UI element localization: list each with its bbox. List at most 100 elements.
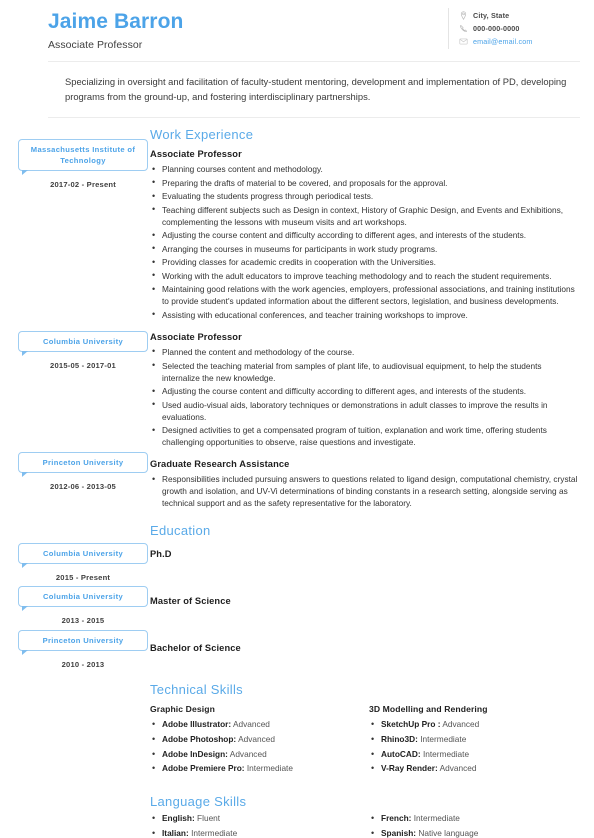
education-degree: Ph.D	[150, 549, 172, 560]
work-entry: Graduate Research Assistance Responsibil…	[150, 459, 578, 509]
language-skills-columns: English: Fluent Italian: Intermediate Fr…	[150, 812, 578, 838]
language-item: Spanish: Native language	[369, 827, 578, 838]
bullet: Assisting with educational conferences, …	[150, 308, 578, 321]
skill-items: Adobe Illustrator: Advanced Adobe Photos…	[150, 718, 359, 774]
education-degree: Master of Science	[150, 596, 231, 607]
organization-badge: Massachusetts Institute of Technology	[18, 139, 148, 176]
contact-phone: 000-000-0000	[459, 24, 580, 33]
section-work-experience: Work Experience Associate Professor Plan…	[150, 127, 578, 509]
language-items: English: Fluent Italian: Intermediate	[150, 812, 359, 838]
bullet: Selected the teaching material from samp…	[150, 359, 578, 384]
skill-level: Intermediate	[420, 733, 467, 744]
timeline-column: Massachusetts Institute of Technology 20…	[0, 127, 150, 838]
bullet: Used audio-visual aids, laboratory techn…	[150, 398, 578, 423]
work-entry: Associate Professor Planned the content …	[150, 332, 578, 448]
language-item: Italian: Intermediate	[150, 827, 359, 838]
language-level: Intermediate	[191, 827, 238, 838]
skill-level: Advanced	[442, 719, 480, 730]
organization-dates: 2012-06 - 2013-05	[50, 482, 116, 492]
section-title-work-experience: Work Experience	[150, 127, 254, 143]
envelope-icon	[459, 37, 468, 46]
organization-badge: Princeton University	[18, 452, 148, 478]
language-item: French: Intermediate	[369, 812, 578, 824]
bullet: Preparing the drafts of material to be c…	[150, 176, 578, 189]
timeline-item-work-1: Columbia University 2015-05 - 2017-01	[18, 331, 148, 370]
language-level: Native language	[418, 827, 479, 838]
skill-name: AutoCAD:	[381, 748, 421, 759]
bullet: Maintaining good relations with the work…	[150, 283, 578, 307]
timeline-item-edu-0: Columbia University 2015 - Present	[18, 543, 148, 582]
skill-group: 3D Modelling and Rendering SketchUp Pro …	[369, 704, 578, 778]
candidate-job-title: Associate Professor	[48, 39, 143, 52]
bullet: Working with the adult educators to impr…	[150, 269, 578, 282]
organization-dates: 2015 - Present	[55, 573, 111, 583]
section-title-education: Education	[150, 523, 211, 539]
contact-location: City, State	[459, 11, 580, 20]
skill-item: AutoCAD: Intermediate	[369, 748, 578, 760]
skill-level: Intermediate	[422, 748, 470, 759]
organization-badge: Columbia University	[18, 331, 148, 357]
skill-name: Adobe Photoshop:	[162, 733, 237, 744]
work-role: Associate Professor	[150, 331, 242, 342]
contact-email-text[interactable]: email@email.com	[473, 37, 532, 46]
timeline-item-work-2: Princeton University 2012-06 - 2013-05	[18, 452, 148, 491]
organization-badge: Princeton University	[18, 630, 148, 656]
skill-level: Advanced	[439, 763, 477, 774]
skill-level: Advanced	[233, 719, 270, 730]
skill-name: Rhino3D:	[381, 733, 418, 744]
skill-name: V-Ray Render:	[381, 763, 438, 774]
organization-badge: Columbia University	[18, 543, 148, 569]
work-entry: Associate Professor Planning courses con…	[150, 149, 578, 321]
organization-dates: 2017-02 - Present	[50, 180, 116, 190]
skill-item: SketchUp Pro : Advanced	[369, 718, 578, 730]
language-name: Spanish:	[381, 827, 417, 838]
work-bullets: Planned the content and methodology of t…	[150, 345, 578, 448]
section-education: Education Ph.D Master of Science Bachelo…	[150, 523, 578, 653]
skill-group-title: 3D Modelling and Rendering	[369, 704, 488, 715]
language-group: English: Fluent Italian: Intermediate	[150, 812, 359, 838]
skill-item: Adobe InDesign: Advanced	[150, 748, 359, 760]
language-name: English:	[162, 812, 195, 823]
work-bullets: Responsibilities included pursuing answe…	[150, 473, 578, 509]
skill-item: V-Ray Render: Advanced	[369, 762, 578, 774]
location-pin-icon	[459, 11, 468, 20]
header-identity: Jaime Barron Associate Professor	[48, 8, 438, 51]
organization-dates: 2015-05 - 2017-01	[50, 361, 116, 371]
skill-name: Adobe Illustrator:	[162, 719, 232, 730]
technical-skills-columns: Graphic Design Adobe Illustrator: Advanc…	[150, 704, 578, 778]
language-item: English: Fluent	[150, 812, 359, 824]
bullet: Responsibilities included pursuing answe…	[150, 473, 578, 509]
bullet: Arranging the courses in museums for par…	[150, 242, 578, 255]
phone-icon	[459, 24, 468, 33]
contact-email[interactable]: email@email.com	[459, 37, 580, 46]
skill-item: Rhino3D: Intermediate	[369, 733, 578, 745]
skill-item: Adobe Photoshop: Advanced	[150, 733, 359, 745]
education-degree: Bachelor of Science	[150, 643, 241, 654]
bullet: Adjusting the course content and difficu…	[150, 385, 578, 398]
work-role: Graduate Research Assistance	[150, 459, 290, 470]
section-language-skills: Language Skills English: Fluent Italian:…	[150, 794, 578, 838]
bullet: Planned the content and methodology of t…	[150, 345, 578, 358]
language-level: Fluent	[197, 812, 221, 823]
professional-summary: Specializing in oversight and facilitati…	[65, 76, 567, 102]
bullet: Teaching different subjects such as Desi…	[150, 203, 578, 228]
bullet: Adjusting the course content and difficu…	[150, 229, 578, 242]
language-name: French:	[381, 812, 412, 823]
section-title-technical-skills: Technical Skills	[150, 682, 243, 698]
skill-item: Adobe Illustrator: Advanced	[150, 718, 359, 730]
organization-dates: 2013 - 2015	[61, 616, 105, 626]
timeline-item-work-0: Massachusetts Institute of Technology 20…	[18, 139, 148, 189]
skill-group: Graphic Design Adobe Illustrator: Advanc…	[150, 704, 359, 778]
skill-name: Adobe Premiere Pro:	[162, 763, 245, 774]
skill-item: Adobe Premiere Pro: Intermediate	[150, 762, 359, 774]
timeline-item-edu-1: Columbia University 2013 - 2015	[18, 586, 148, 625]
bullet: Planning courses content and methodology…	[150, 163, 578, 176]
contact-block: City, State 000-000-0000 email@email.com	[448, 8, 580, 49]
organization-dates: 2010 - 2013	[61, 660, 105, 670]
section-title-language-skills: Language Skills	[150, 793, 247, 809]
skill-level: Advanced	[238, 733, 275, 744]
resume-header: Jaime Barron Associate Professor City, S…	[0, 0, 594, 51]
language-name: Italian:	[162, 827, 189, 838]
language-items: French: Intermediate Spanish: Native lan…	[369, 812, 578, 838]
contact-phone-text: 000-000-0000	[473, 24, 520, 33]
